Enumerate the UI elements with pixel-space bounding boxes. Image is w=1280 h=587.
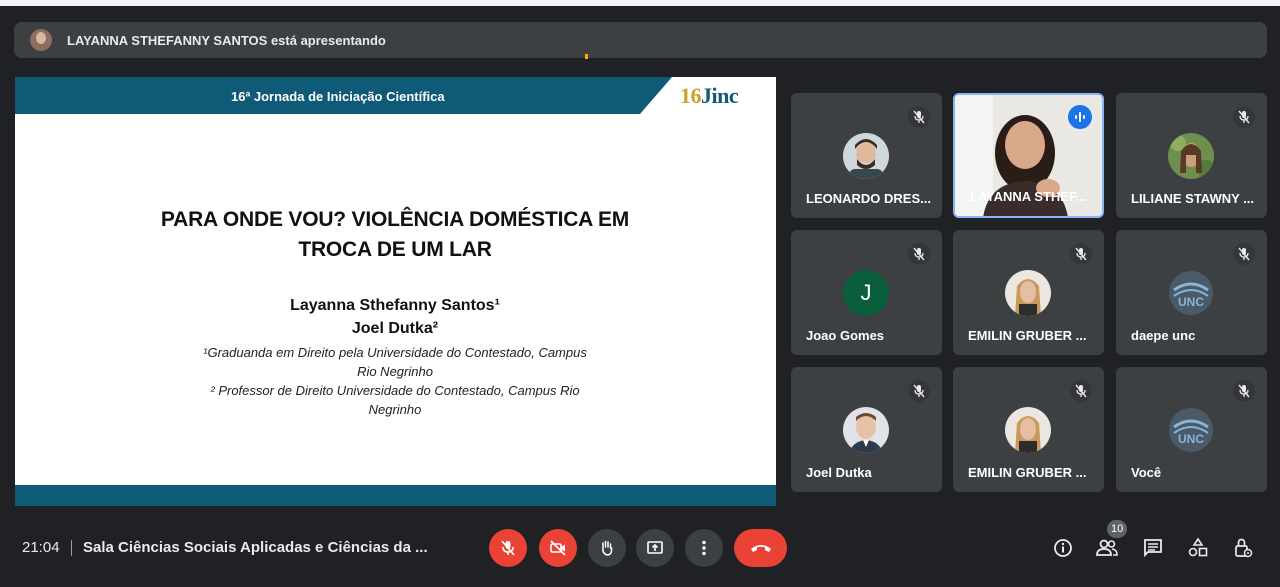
divider — [71, 540, 72, 556]
meeting-name[interactable]: Sala Ciências Sociais Aplicadas e Ciênci… — [83, 539, 428, 556]
participant-name: EMILIN GRUBER ... — [968, 465, 1087, 480]
slide-author-1: Layanna Sthefanny Santos¹ — [290, 297, 500, 314]
slide-title-line1: PARA ONDE VOU? VIOLÊNCIA DOMÉSTICA EM — [160, 208, 630, 231]
jinc-logo: 16Jinc — [680, 83, 739, 109]
unc-logo-icon: UNC — [1168, 270, 1214, 316]
participant-name: Joao Gomes — [806, 328, 885, 343]
host-controls-icon — [1235, 538, 1253, 558]
participant-name: LAYANNA STHEF... — [970, 189, 1087, 204]
mic-off-icon — [908, 243, 930, 265]
meeting-info-button[interactable] — [1051, 536, 1075, 560]
participant-name: daepe unc — [1131, 328, 1196, 343]
participant-tile[interactable]: J Joao Gomes — [791, 230, 942, 355]
info-icon — [1054, 539, 1072, 557]
raise-hand-icon — [602, 540, 613, 556]
participant-tile-self[interactable]: UNC Você — [1116, 367, 1267, 492]
mic-off-icon — [501, 540, 515, 556]
present-screen-icon — [647, 541, 663, 554]
unc-logo-icon: UNC — [1168, 407, 1214, 453]
raise-hand-button[interactable] — [588, 529, 626, 567]
participant-tile[interactable]: EMILIN GRUBER ... — [953, 367, 1104, 492]
mic-off-icon — [1070, 380, 1092, 402]
participant-tile[interactable]: EMILIN GRUBER ... — [953, 230, 1104, 355]
chat-button[interactable] — [1141, 536, 1165, 560]
avatar — [1005, 270, 1051, 316]
slide-title: PARA ONDE VOU? VIOLÊNCIA DOMÉSTICA EM TR… — [145, 205, 645, 265]
avatar — [1168, 133, 1214, 179]
hang-up-button[interactable] — [734, 529, 787, 567]
presenter-banner-text: LAYANNA STHEFANNY SANTOS está apresentan… — [67, 32, 386, 48]
activities-button[interactable] — [1186, 536, 1210, 560]
avatar — [843, 133, 889, 179]
camera-off-icon — [550, 540, 566, 556]
slide-affiliation-1-line1: ¹Graduanda em Direito pela Universidade … — [203, 345, 587, 360]
mic-off-icon — [1233, 243, 1255, 265]
slide-affiliation-2: ² Professor de Direito Universidade do C… — [195, 381, 595, 419]
slide-affiliation-1-line2: Rio Negrinho — [357, 364, 433, 379]
present-screen-button[interactable] — [636, 529, 674, 567]
slide-affiliation-2-line1: ² Professor de Direito Universidade do C… — [210, 383, 580, 398]
camera-toggle-button[interactable] — [539, 529, 577, 567]
slide-footer-band — [15, 485, 776, 506]
more-options-icon — [702, 540, 706, 556]
presenter-banner: LAYANNA STHEFANNY SANTOS está apresentan… — [14, 22, 1267, 58]
slide-author-2: Joel Dutka² — [351, 320, 439, 337]
mic-off-icon — [908, 380, 930, 402]
participant-name: EMILIN GRUBER ... — [968, 328, 1087, 343]
avatar — [843, 407, 889, 453]
people-icon — [1096, 539, 1118, 556]
slide-affiliation-2-line2: Negrinho — [368, 402, 422, 417]
participant-tile[interactable]: UNC daepe unc — [1116, 230, 1267, 355]
jinc-logo-number: 16 — [680, 83, 702, 108]
hang-up-icon — [750, 545, 771, 552]
mic-off-icon — [1070, 243, 1092, 265]
top-strip — [0, 0, 1280, 6]
participant-tile[interactable]: Joel Dutka — [791, 367, 942, 492]
avatar-initial: J — [843, 270, 889, 316]
slide-header-text: 16ª Jornada de Iniciação Científica — [231, 89, 445, 104]
people-button[interactable] — [1095, 536, 1119, 560]
avatar — [1005, 407, 1051, 453]
unc-logo-text: UNC — [1178, 432, 1204, 446]
slide-affiliation-1: ¹Graduanda em Direito pela Universidade … — [195, 343, 595, 381]
unc-logo-text: UNC — [1178, 295, 1204, 309]
speaking-indicator-icon — [1068, 105, 1092, 129]
slide-header: 16ª Jornada de Iniciação Científica — [15, 77, 776, 114]
participant-name: LILIANE STAWNY ... — [1131, 191, 1255, 206]
chat-icon — [1144, 539, 1162, 558]
participant-tile-active[interactable]: LAYANNA STHEF... — [953, 93, 1104, 218]
participant-tile[interactable]: LILIANE STAWNY ... — [1116, 93, 1267, 218]
participant-name: Joel Dutka — [806, 465, 872, 480]
jinc-logo-text: Jinc — [701, 83, 739, 108]
presenter-avatar — [30, 29, 52, 51]
host-controls-button[interactable] — [1231, 536, 1255, 560]
participant-name: Você — [1131, 465, 1162, 480]
mic-off-icon — [1233, 106, 1255, 128]
participant-name: LEONARDO DRES... — [806, 191, 931, 206]
participant-tile[interactable]: LEONARDO DRES... — [791, 93, 942, 218]
mic-toggle-button[interactable] — [489, 529, 527, 567]
mic-off-icon — [908, 106, 930, 128]
meeting-clock: 21:04 — [22, 539, 60, 556]
pointer-mark — [585, 54, 588, 59]
more-options-button[interactable] — [685, 529, 723, 567]
participant-count-badge: 10 — [1107, 520, 1128, 538]
activities-icon — [1188, 538, 1208, 557]
mic-off-icon — [1233, 380, 1255, 402]
presentation-slide: 16ª Jornada de Iniciação Científica 16Ji… — [15, 77, 776, 506]
slide-title-line2: TROCA DE UM LAR — [298, 238, 492, 261]
